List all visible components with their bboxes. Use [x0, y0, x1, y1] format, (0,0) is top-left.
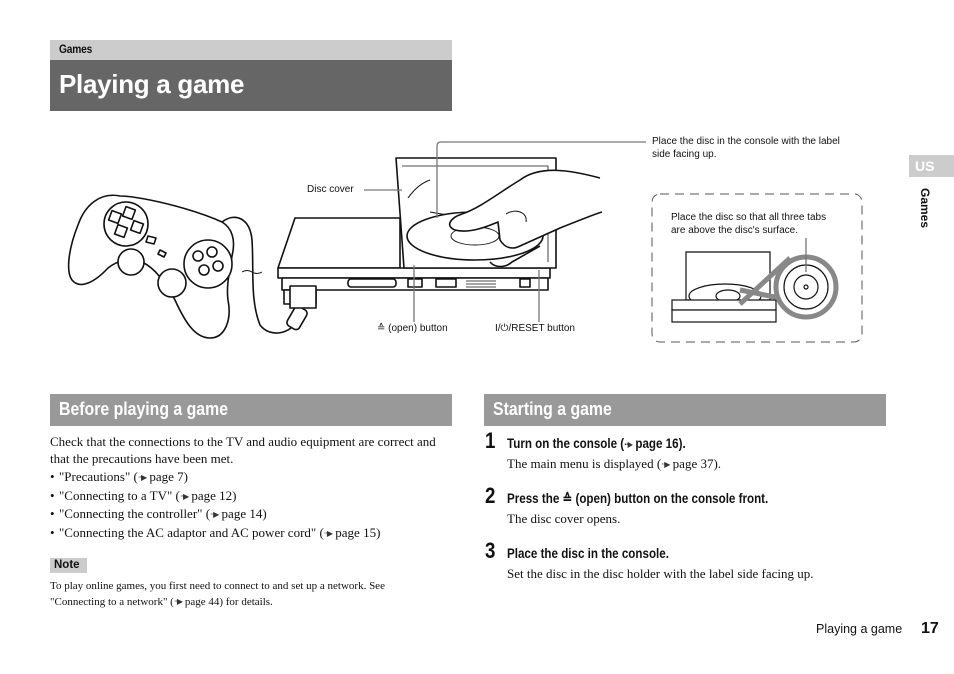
- step-description: Set the disc in the disc holder with the…: [507, 566, 814, 581]
- callout-line: Place the disc in the console with the l…: [652, 136, 840, 147]
- precheck-list: "Precautions" (··▶ page 7) "Connecting t…: [50, 468, 460, 542]
- item-text: "Connecting the AC adaptor and AC power …: [59, 524, 324, 540]
- page-ref-icon: ··▶: [210, 510, 219, 519]
- step-title-text: Turn on the console (: [507, 436, 625, 451]
- console-illustration: [67, 141, 863, 343]
- note-text: To play online games, you first need to …: [50, 578, 460, 610]
- callout-disc-cover: Disc cover: [307, 184, 354, 195]
- step-desc-text: The main menu is displayed (: [507, 456, 662, 471]
- before-intro: Check that the connections to the TV and…: [50, 433, 460, 467]
- list-item: "Connecting to a TV" (··▶ page 12): [50, 487, 460, 506]
- page-ref-icon: ··▶: [179, 491, 189, 501]
- callout-line: are above the disc's surface.: [671, 225, 798, 236]
- starting-heading: Starting a game: [493, 399, 612, 419]
- controller-icon: [67, 194, 308, 339]
- item-text: "Connecting to a TV" (: [59, 487, 180, 503]
- step-number: 1: [485, 428, 496, 453]
- page-link[interactable]: page 44) for details.: [185, 596, 273, 608]
- page-link[interactable]: page 12): [191, 488, 236, 503]
- step-description: The main menu is displayed (··▶ page 37)…: [507, 456, 721, 472]
- step-number: 3: [485, 538, 496, 563]
- callout-reset-button: I/⏻/RESET button: [495, 323, 575, 334]
- note-label: Note: [54, 559, 80, 571]
- inset-disc-tabs-icon: [671, 238, 839, 323]
- step-description: The disc cover opens.: [507, 511, 621, 526]
- page-ref-icon: ··▶: [323, 528, 333, 538]
- note-badge: Note: [50, 558, 87, 573]
- note-line: To play online games, you first need to …: [50, 580, 385, 592]
- callout-open-button: ≙ (open) button: [377, 323, 448, 334]
- callout-line: Place the disc so that all three tabs: [671, 212, 827, 223]
- page-ref-icon: ··▶: [137, 473, 147, 482]
- step-title: Place the disc in the console.: [507, 546, 669, 561]
- intro-line: that the precautions have been met.: [50, 451, 234, 466]
- page-link[interactable]: page 14): [222, 506, 267, 521]
- page-ref-icon: ··▶: [661, 460, 670, 469]
- list-item: "Connecting the AC adaptor and AC power …: [50, 524, 460, 543]
- callout-inset: Place the disc so that all three tabs ar…: [671, 211, 826, 237]
- step-number: 2: [485, 483, 496, 508]
- item-text: "Precautions" (: [59, 469, 138, 484]
- list-item: "Connecting the controller" (··▶ page 14…: [50, 505, 460, 524]
- note-text-fragment: "Connecting to a network" (: [50, 596, 174, 608]
- callout-place-disc: Place the disc in the console with the l…: [652, 135, 840, 161]
- page-number: 17: [921, 620, 939, 637]
- list-item: "Precautions" (··▶ page 7): [50, 468, 460, 487]
- step-title: Turn on the console (··▶ page 16).: [507, 436, 686, 451]
- before-heading-bar: Before playing a game: [50, 394, 452, 426]
- intro-line: Check that the connections to the TV and…: [50, 434, 436, 449]
- page-link[interactable]: page 15): [335, 525, 380, 540]
- before-heading: Before playing a game: [59, 399, 229, 419]
- page-link[interactable]: page 7): [149, 469, 188, 484]
- console-icon: [277, 157, 603, 309]
- page-link[interactable]: page 16).: [635, 436, 685, 451]
- item-text: "Connecting the controller" (: [59, 506, 211, 521]
- page-link[interactable]: page 37).: [673, 456, 721, 471]
- starting-heading-bar: Starting a game: [484, 394, 886, 426]
- page-ref-icon: ··▶: [173, 597, 183, 606]
- footer-section-label: Playing a game: [816, 622, 903, 636]
- note-line: "Connecting to a network" (··▶ page 44) …: [50, 594, 460, 610]
- step-title: Press the ≙ (open) button on the console…: [507, 491, 769, 506]
- page-ref-icon: ··▶: [624, 440, 633, 449]
- callout-line: side facing up.: [652, 149, 717, 160]
